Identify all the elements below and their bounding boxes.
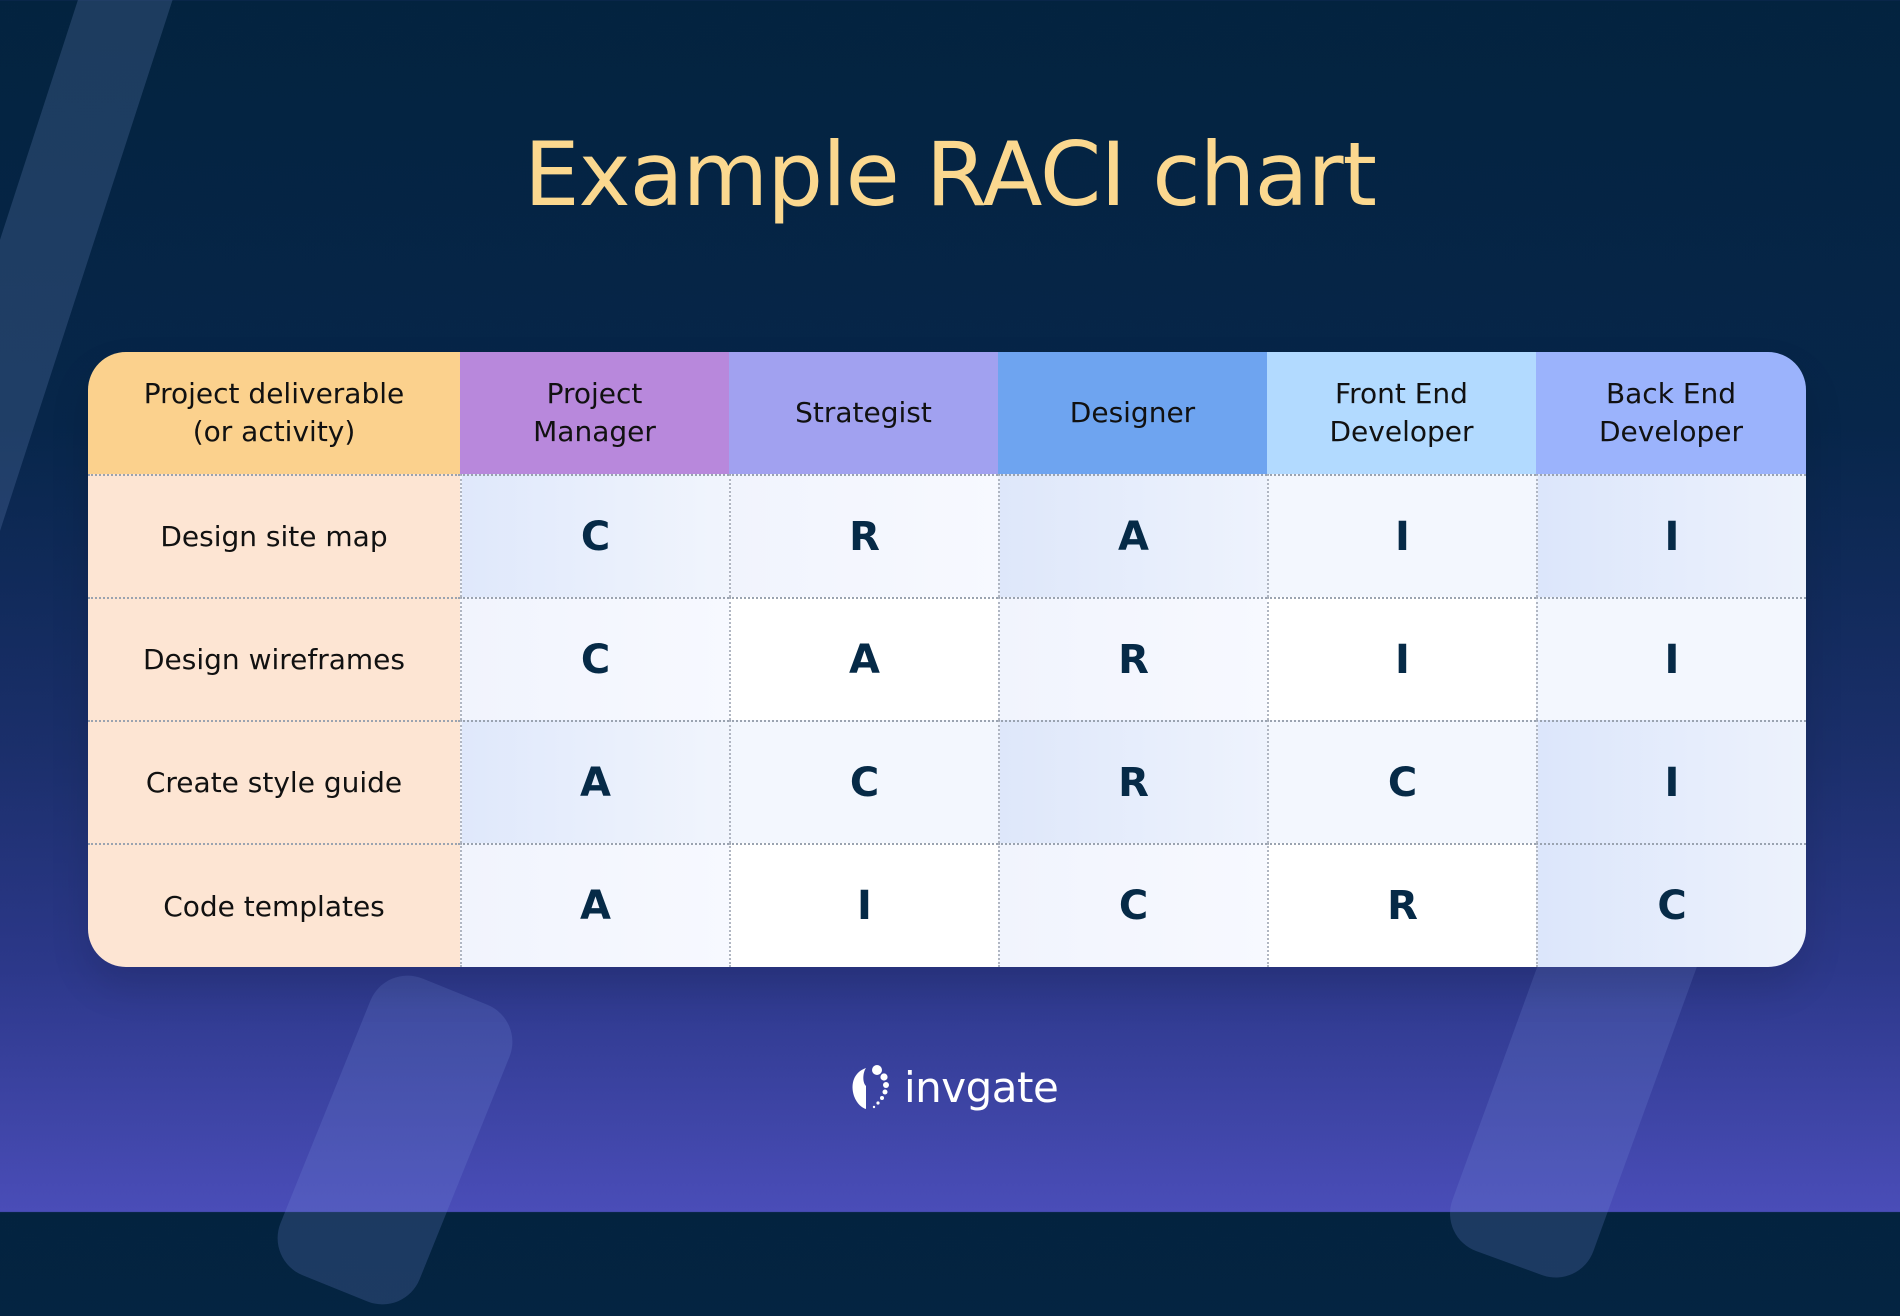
raci-cell: I [1267,474,1536,597]
header-text: Developer [1329,415,1474,448]
raci-cell: A [729,597,998,720]
decorative-brush-stroke [265,963,525,1316]
header-front-end-developer: Front End Developer [1267,352,1536,474]
raci-cell: I [1536,474,1806,597]
header-project-manager: Project Manager [460,352,729,474]
header-back-end-developer: Back End Developer [1536,352,1806,474]
raci-cell: C [1267,720,1536,843]
header-activity: Project deliverable (or activity) [88,352,460,474]
logo-text: invgate [904,1062,1059,1112]
raci-cell: R [998,597,1267,720]
header-text: Project [546,377,643,410]
page-title: Example RACI chart [523,123,1377,226]
raci-cell: R [1267,843,1536,967]
header-text: Manager [533,415,656,448]
raci-cell: A [460,843,729,967]
raci-cell: C [460,597,729,720]
invgate-logo-icon [852,1065,889,1109]
header-strategist: Strategist [729,352,998,474]
raci-cell: R [998,720,1267,843]
header-text: Front End [1335,377,1468,410]
header-text: Strategist [795,396,932,429]
header-text: (or activity) [192,415,356,448]
header-text: Designer [1069,396,1196,429]
raci-cell: C [998,843,1267,967]
raci-table: Project deliverable (or activity) Project… [88,352,1806,967]
header-text: Developer [1598,415,1743,448]
header-text: Project deliverable [143,377,405,410]
header-designer: Designer [998,352,1267,474]
activity-cell: Design site map [88,474,460,597]
raci-cell: I [1267,597,1536,720]
raci-cell: I [1536,597,1806,720]
raci-cell: A [998,474,1267,597]
raci-cell: C [460,474,729,597]
invgate-logo: invgate [850,1062,1059,1112]
raci-cell: C [729,720,998,843]
raci-cell: I [1536,720,1806,843]
header-text: Back End [1605,377,1737,410]
activity-cell: Code templates [88,843,460,967]
raci-cell: R [729,474,998,597]
raci-cell: C [1536,843,1806,967]
raci-cell: A [460,720,729,843]
activity-cell: Design wireframes [88,597,460,720]
raci-cell: I [729,843,998,967]
activity-cell: Create style guide [88,720,460,843]
